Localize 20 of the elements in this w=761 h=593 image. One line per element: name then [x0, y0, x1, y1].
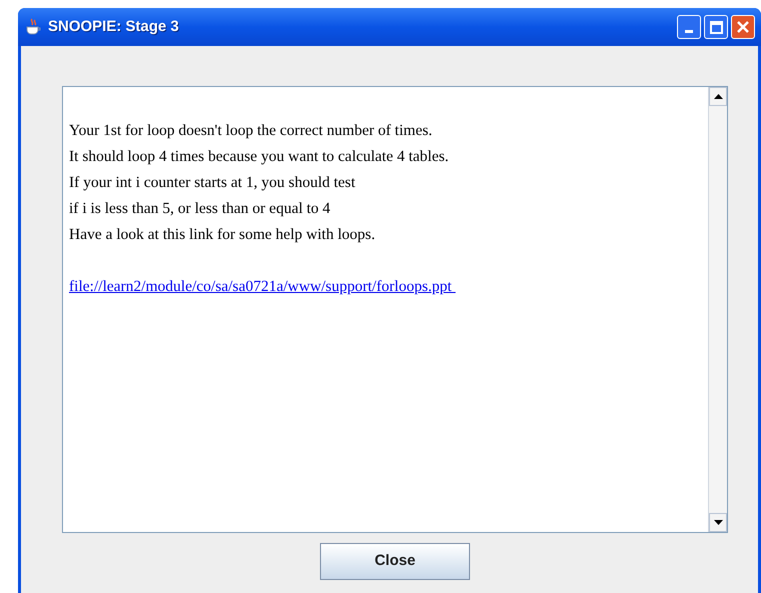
message-line: It should loop 4 times because you want to calculate 4 tables.: [69, 147, 450, 167]
message-line: if i is less than 5, or less than or equal to 4: [69, 199, 332, 219]
message-line: Have a look at this link for some help with loops.: [69, 225, 376, 245]
scrollbar[interactable]: [708, 87, 727, 532]
maximize-button[interactable]: [704, 15, 728, 39]
down-arrow-icon: [714, 520, 722, 525]
scroll-up-button[interactable]: [709, 87, 727, 106]
close-icon: [737, 21, 749, 33]
window-title: SNOOPIE: Stage 3: [48, 16, 179, 37]
minimize-button[interactable]: [677, 15, 701, 39]
message-line: If your int i counter starts at 1, you should test: [69, 173, 356, 193]
minimize-icon: [685, 30, 693, 33]
close-window-button[interactable]: [731, 15, 755, 39]
coffee-cup-icon: [24, 18, 42, 36]
maximize-icon: [710, 20, 722, 34]
support-link[interactable]: file://learn2/module/co/sa/sa0721a/www/support/forloops.ppt: [69, 278, 456, 295]
close-button[interactable]: Close: [320, 543, 470, 580]
up-arrow-icon: [714, 94, 722, 99]
scroll-down-button[interactable]: [709, 513, 727, 532]
message-line: Your 1st for loop doesn't loop the correct number of times.: [69, 121, 434, 141]
